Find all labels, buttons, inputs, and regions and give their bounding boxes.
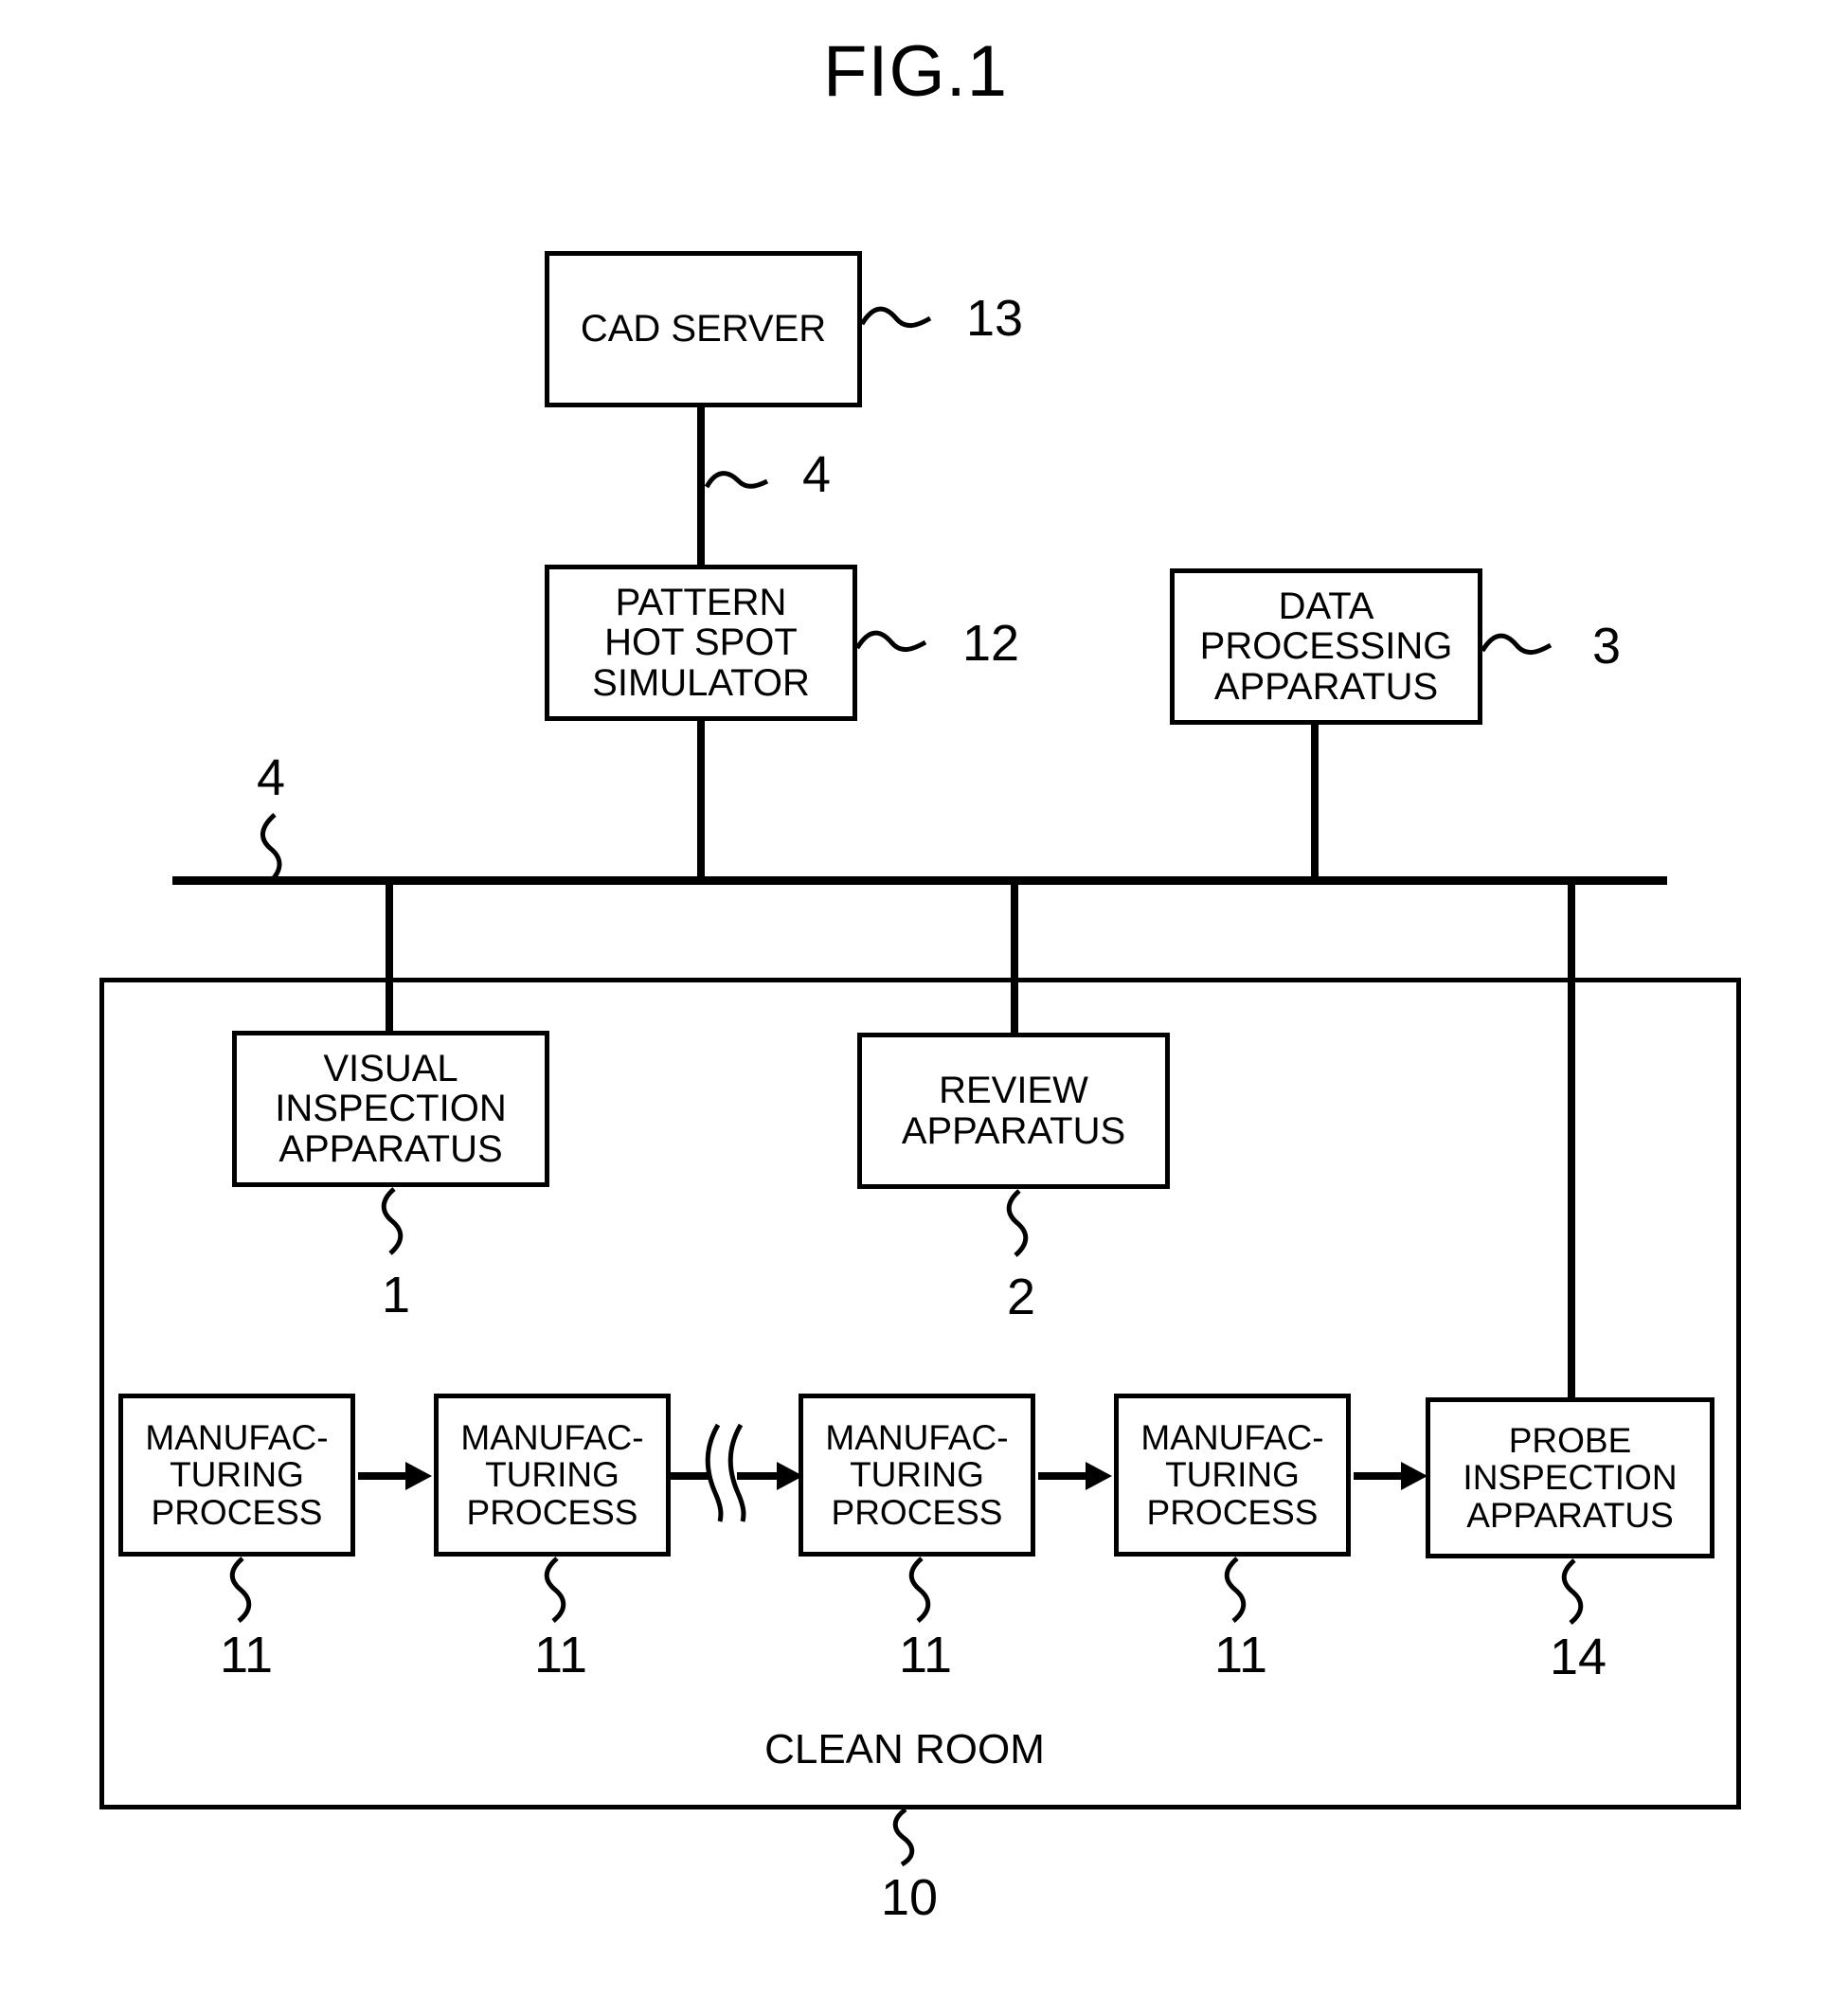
block-review-line-2: APPARATUS (901, 1109, 1126, 1152)
figure-title: FIG.1 (822, 31, 1009, 112)
block-mp4-line-2: TURING (1165, 1455, 1300, 1495)
flow-arrow-1 (358, 1456, 432, 1496)
block-cad-server: CAD SERVER (545, 251, 862, 407)
block-review-line-1: REVIEW (939, 1070, 1088, 1112)
refnum-visual-inspection: 1 (381, 1267, 411, 1323)
link-bus-to-probe-inspection (1568, 880, 1575, 1399)
block-manufacturing-process-2: MANUFAC- TURING PROCESS (434, 1394, 671, 1557)
refnum-cad-server: 13 (965, 290, 1024, 347)
block-cad-server-line-1: CAD SERVER (580, 308, 827, 351)
block-simulator-line-3: SIMULATOR (592, 661, 810, 704)
block-manufacturing-process-1: MANUFAC- TURING PROCESS (118, 1394, 355, 1557)
figure-canvas: FIG.1 CAD SERVER 13 4 PATTERN HOT SPOT S… (0, 0, 1831, 2016)
leader-squiggle-cad-server (859, 301, 936, 339)
link-data-processing-to-bus (1311, 723, 1319, 882)
flow-arrow-3 (1038, 1456, 1112, 1496)
leader-squiggle-mp4 (1222, 1557, 1260, 1623)
leader-squiggle-simulator (854, 625, 931, 663)
network-bus (172, 876, 1667, 885)
block-mp1-line-1: MANUFAC- (145, 1418, 329, 1458)
leader-squiggle-data-processing (1480, 628, 1556, 666)
block-probe-line-2: INSPECTION (1463, 1458, 1678, 1498)
block-mp2-line-3: PROCESS (466, 1492, 638, 1532)
block-manufacturing-process-3: MANUFAC- TURING PROCESS (799, 1394, 1035, 1557)
refnum-simulator: 12 (961, 615, 1020, 672)
refnum-review: 2 (1006, 1269, 1036, 1325)
block-visual-inspection-line-3: APPARATUS (278, 1127, 503, 1170)
block-data-processing-apparatus: DATA PROCESSING APPARATUS (1170, 568, 1482, 725)
leader-squiggle-bus (254, 813, 292, 883)
refnum-mp4: 11 (1213, 1627, 1268, 1683)
block-data-processing-line-1: DATA (1278, 585, 1374, 627)
block-data-processing-line-3: APPARATUS (1213, 665, 1439, 708)
block-mp2-line-1: MANUFAC- (460, 1418, 644, 1458)
leader-squiggle-clean-room (890, 1807, 928, 1867)
leader-squiggle-upper-link (704, 466, 771, 500)
leader-squiggle-mp3 (907, 1557, 944, 1623)
block-pattern-hot-spot-simulator: PATTERN HOT SPOT SIMULATOR (545, 565, 857, 721)
clean-room-label: CLEAN ROOM (764, 1726, 1045, 1773)
block-mp2-line-2: TURING (485, 1455, 619, 1495)
block-simulator-line-2: HOT SPOT (604, 621, 798, 664)
refnum-clean-room: 10 (880, 1869, 939, 1926)
flow-arrow-2 (737, 1456, 803, 1496)
refnum-data-processing: 3 (1591, 618, 1622, 675)
leader-squiggle-mp2 (542, 1557, 580, 1623)
block-probe-line-3: APPARATUS (1466, 1495, 1674, 1535)
block-mp4-line-1: MANUFAC- (1140, 1418, 1324, 1458)
block-visual-inspection-line-2: INSPECTION (275, 1088, 507, 1130)
block-mp3-line-2: TURING (850, 1455, 984, 1495)
block-data-processing-line-2: PROCESSING (1199, 625, 1453, 668)
block-mp1-line-2: TURING (170, 1455, 304, 1495)
refnum-upper-link: 4 (801, 446, 832, 503)
block-probe-line-1: PROBE (1508, 1421, 1632, 1461)
leader-squiggle-mp1 (227, 1557, 265, 1623)
leader-squiggle-visual-inspection (377, 1187, 415, 1255)
block-visual-inspection-line-1: VISUAL (323, 1047, 458, 1089)
leader-squiggle-probe (1559, 1558, 1597, 1625)
link-simulator-to-bus (697, 719, 705, 882)
block-mp3-line-3: PROCESS (831, 1492, 1003, 1532)
block-probe-inspection-apparatus: PROBE INSPECTION APPARATUS (1426, 1397, 1714, 1558)
refnum-probe: 14 (1549, 1629, 1607, 1685)
flow-arrow-4 (1354, 1456, 1427, 1496)
refnum-bus: 4 (256, 749, 286, 806)
link-cad-to-simulator (697, 405, 705, 567)
block-mp4-line-3: PROCESS (1146, 1492, 1319, 1532)
refnum-mp3: 11 (898, 1627, 953, 1683)
block-visual-inspection-apparatus: VISUAL INSPECTION APPARATUS (232, 1031, 549, 1187)
block-review-apparatus: REVIEW APPARATUS (857, 1033, 1170, 1189)
leader-squiggle-review (1002, 1189, 1040, 1257)
refnum-mp1: 11 (219, 1627, 274, 1683)
block-manufacturing-process-4: MANUFAC- TURING PROCESS (1114, 1394, 1351, 1557)
block-simulator-line-1: PATTERN (615, 581, 787, 623)
block-mp1-line-3: PROCESS (151, 1492, 323, 1532)
block-mp3-line-1: MANUFAC- (825, 1418, 1009, 1458)
link-bus-to-visual-inspection (386, 880, 393, 1034)
link-bus-to-review-apparatus (1011, 880, 1018, 1034)
refnum-mp2: 11 (533, 1627, 588, 1683)
